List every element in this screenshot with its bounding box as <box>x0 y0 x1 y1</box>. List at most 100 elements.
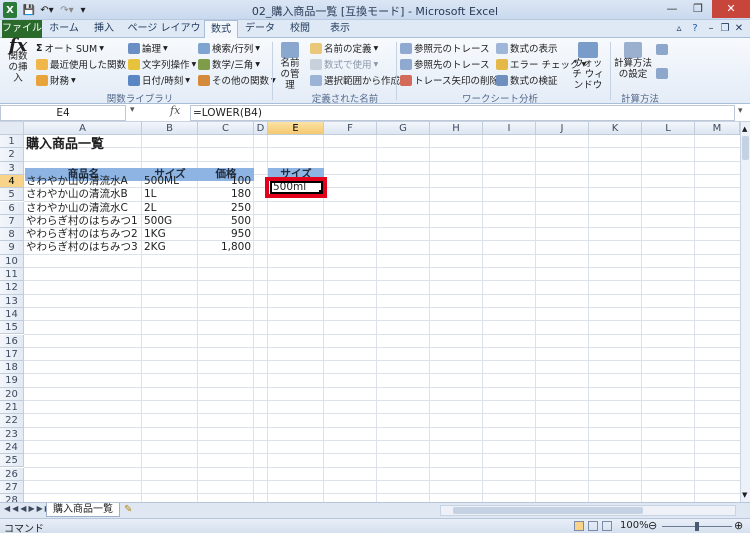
minimize-icon[interactable]: — <box>660 0 684 18</box>
row-header[interactable]: 8 <box>0 228 24 242</box>
row-header[interactable]: 17 <box>0 347 24 362</box>
col-header-m[interactable]: M <box>695 122 740 135</box>
col-header-l[interactable]: L <box>642 122 695 135</box>
autosum-button[interactable]: Σ オート SUM ▾ <box>36 41 104 56</box>
tab-view[interactable]: 表示 <box>322 20 358 38</box>
col-header-j[interactable]: J <box>536 122 589 135</box>
tab-review[interactable]: 校閲 <box>282 20 318 38</box>
row-header[interactable]: 11 <box>0 268 24 282</box>
row-header[interactable]: 1 <box>0 135 24 149</box>
row-header[interactable]: 2 <box>0 148 24 162</box>
price-cell[interactable]: 100 <box>199 175 252 188</box>
price-cell[interactable]: 1,800 <box>199 241 252 254</box>
row-header[interactable]: 4 <box>0 174 24 189</box>
product-name-cell[interactable]: やわらぎ村のはちみつ3 <box>25 241 142 254</box>
row-header[interactable]: 6 <box>0 201 24 215</box>
price-cell[interactable]: 180 <box>199 188 252 201</box>
row-header[interactable]: 23 <box>0 427 24 441</box>
row-header[interactable]: 28 <box>0 494 24 502</box>
col-header-k[interactable]: K <box>589 122 642 135</box>
vertical-scroll-thumb[interactable] <box>742 136 749 160</box>
row-header[interactable]: 26 <box>0 467 24 481</box>
minimize-ribbon-icon[interactable]: ▵ <box>672 20 686 38</box>
tab-data[interactable]: データ <box>242 20 278 38</box>
col-header-g[interactable]: G <box>377 122 430 135</box>
create-from-selection-button[interactable]: 選択範囲から作成 <box>310 73 400 87</box>
tab-insert[interactable]: 挿入 <box>86 20 122 38</box>
size-cell[interactable]: 500ML <box>143 175 197 188</box>
row-header[interactable]: 16 <box>0 334 24 348</box>
row-header[interactable]: 27 <box>0 480 24 495</box>
row-header[interactable]: 12 <box>0 281 24 295</box>
math-button[interactable]: 数学/三角 ▾ <box>198 57 260 71</box>
help-icon[interactable]: ? <box>688 20 702 38</box>
size-cell[interactable]: 1L <box>143 188 197 201</box>
row-header[interactable]: 9 <box>0 241 24 255</box>
sheet-title[interactable]: 購入商品一覧 <box>25 135 105 155</box>
use-in-formula-button[interactable]: 数式で使用 ▾ <box>310 57 378 71</box>
worksheet-grid[interactable]: A B C D E F G H I J K L M 1 2 3 4 5 6 7 8 9 10 11 1… <box>0 122 740 502</box>
trace-dependents-button[interactable]: 参照先のトレース <box>400 57 490 71</box>
row-header[interactable]: 19 <box>0 374 24 388</box>
col-header-a[interactable]: A <box>24 122 142 135</box>
row-header[interactable]: 22 <box>0 414 24 428</box>
evaluate-formula-button[interactable]: 数式の検証 <box>496 73 558 87</box>
doc-close-icon[interactable]: ✕ <box>732 20 746 38</box>
row-header[interactable]: 20 <box>0 387 24 401</box>
size-cell[interactable]: 2KG <box>143 241 197 254</box>
calculate-sheet-button[interactable] <box>656 68 668 79</box>
price-cell[interactable]: 250 <box>199 202 252 215</box>
size-cell[interactable]: 500G <box>143 215 197 228</box>
text-functions-button[interactable]: 文字列操作 ▾ <box>128 57 196 71</box>
col-header-h[interactable]: H <box>430 122 483 135</box>
formula-input[interactable]: =LOWER(B4) <box>190 105 735 121</box>
insert-function-icon[interactable]: fx <box>170 104 180 117</box>
tab-page-layout[interactable]: ページ レイアウト <box>126 20 202 52</box>
show-formulas-button[interactable]: 数式の表示 <box>496 41 558 55</box>
trace-precedents-button[interactable]: 参照元のトレース <box>400 41 490 55</box>
chevron-down-icon[interactable]: ▾ <box>130 105 135 115</box>
product-name-cell[interactable]: さわやか山の清流水A <box>25 175 142 188</box>
col-header-e[interactable]: E <box>268 122 324 135</box>
financial-button[interactable]: 財務 ▾ <box>36 73 76 87</box>
row-header[interactable]: 5 <box>0 188 24 202</box>
row-header[interactable]: 21 <box>0 401 24 415</box>
name-manager-button[interactable]: 名前の管理 <box>276 42 304 91</box>
zoom-out-icon[interactable]: ⊖ <box>648 519 657 532</box>
logical-button[interactable]: 論理 ▾ <box>128 41 168 55</box>
horizontal-scrollbar[interactable] <box>440 505 736 516</box>
datetime-button[interactable]: 日付/時刻 ▾ <box>128 73 190 87</box>
select-all-corner[interactable] <box>0 122 24 135</box>
horizontal-scroll-thumb[interactable] <box>453 507 643 514</box>
expand-formula-bar-icon[interactable]: ▾ <box>738 106 743 116</box>
product-name-cell[interactable]: さわやか山の清流水C <box>25 202 142 215</box>
normal-view-icon[interactable] <box>574 521 584 531</box>
define-name-button[interactable]: 名前の定義 ▾ <box>310 41 378 55</box>
row-header[interactable]: 3 <box>0 161 24 175</box>
watch-window-button[interactable]: ウォッチ ウィンドウ <box>572 42 604 91</box>
vertical-scrollbar[interactable]: ▲ ▼ <box>740 122 750 502</box>
tab-formulas[interactable]: 数式 <box>204 20 238 39</box>
row-header[interactable]: 13 <box>0 294 24 308</box>
page-break-view-icon[interactable] <box>602 521 612 531</box>
price-cell[interactable]: 950 <box>199 228 252 241</box>
zoom-in-icon[interactable]: ⊕ <box>734 519 743 532</box>
col-header-d[interactable]: D <box>254 122 268 135</box>
price-cell[interactable]: 500 <box>199 215 252 228</box>
name-box[interactable]: E4 <box>0 105 126 121</box>
row-header[interactable]: 7 <box>0 214 24 229</box>
zoom-slider-thumb[interactable] <box>695 522 699 531</box>
col-header-c[interactable]: C <box>198 122 254 135</box>
row-header[interactable]: 15 <box>0 321 24 335</box>
doc-restore-icon[interactable]: ❐ <box>718 20 732 38</box>
size-cell[interactable]: 2L <box>143 202 197 215</box>
close-icon[interactable]: ✕ <box>712 0 750 18</box>
doc-minimize-icon[interactable]: – <box>704 20 718 38</box>
page-layout-view-icon[interactable] <box>588 521 598 531</box>
insert-function-button[interactable]: fx 関数の挿入 <box>5 37 31 85</box>
calculation-options-button[interactable]: 計算方法の設定 <box>614 42 652 80</box>
product-name-cell[interactable]: やわらぎ村のはちみつ2 <box>25 228 142 241</box>
col-header-b[interactable]: B <box>142 122 198 135</box>
remove-arrows-button[interactable]: トレース矢印の削除▾ <box>400 73 506 87</box>
col-header-f[interactable]: F <box>324 122 377 135</box>
